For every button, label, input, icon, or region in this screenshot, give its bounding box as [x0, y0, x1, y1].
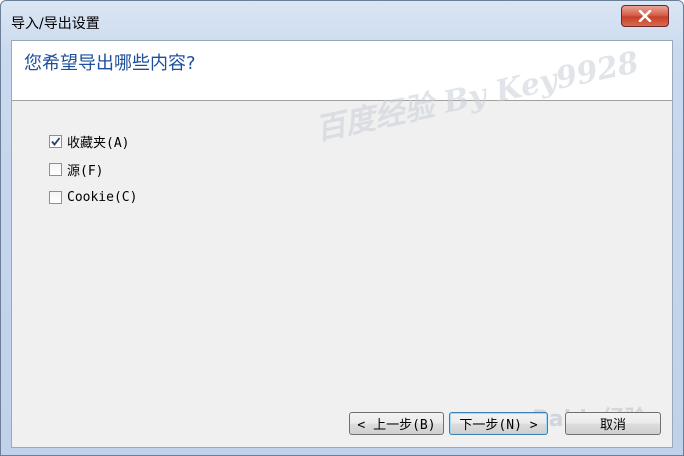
option-favorites[interactable]: 收藏夹(A) [49, 132, 130, 151]
close-icon [638, 10, 652, 22]
option-cookie[interactable]: Cookie(C) [49, 188, 137, 206]
favorites-label: 收藏夹(A) [67, 135, 130, 151]
favorites-checkbox[interactable] [49, 134, 62, 148]
title-bar[interactable]: 导入/导出设置 [1, 1, 683, 39]
check-icon [51, 136, 61, 146]
next-button[interactable]: 下一步(N) > [449, 412, 548, 435]
header-area: 您希望导出哪些内容? [12, 41, 672, 101]
option-feeds[interactable]: 源(F) [49, 160, 104, 179]
cancel-button[interactable]: 取消 [565, 412, 661, 435]
close-button[interactable] [621, 5, 669, 27]
dialog-content: 您希望导出哪些内容? 百度经验 By Key9928 收藏夹(A) 源(F) C… [11, 40, 673, 448]
page-question: 您希望导出哪些内容? [24, 53, 196, 74]
feeds-label: 源(F) [67, 163, 104, 179]
cookie-checkbox[interactable] [49, 190, 62, 204]
import-export-dialog: 导入/导出设置 您希望导出哪些内容? 百度经验 By Key9928 收藏夹(A… [0, 0, 684, 456]
feeds-checkbox[interactable] [49, 162, 62, 176]
window-title: 导入/导出设置 [11, 16, 100, 32]
back-button[interactable]: < 上一步(B) [349, 412, 444, 435]
cookie-label: Cookie(C) [67, 189, 138, 205]
